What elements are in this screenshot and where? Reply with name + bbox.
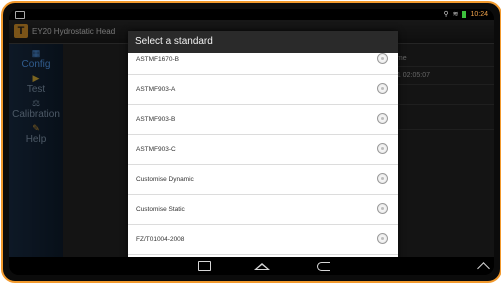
option-label: Customise Static — [136, 206, 185, 213]
option-label: ASTMF1670-B — [136, 56, 179, 63]
wifi-icon: ≋ — [452, 11, 459, 18]
list-item[interactable]: FZ/T01004-2008 — [128, 225, 398, 255]
status-left — [15, 9, 25, 20]
home-button[interactable] — [250, 259, 274, 273]
option-label: Customise Dynamic — [136, 176, 194, 183]
radio-button[interactable] — [377, 53, 388, 64]
status-bar: ⚲ ≋ 10:24 — [9, 9, 494, 20]
notification-icon — [15, 10, 25, 19]
system-nav-bar — [9, 257, 494, 275]
battery-icon — [462, 11, 467, 18]
signal-icon: ⚲ — [443, 11, 449, 18]
list-item[interactable]: ASTMF903-C — [128, 135, 398, 165]
tablet-screen: ⚲ ≋ 10:24 T EY20 Hydrostatic Head ▦ Conf… — [9, 9, 494, 275]
list-item[interactable]: Customise Dynamic — [128, 165, 398, 195]
option-label: ASTMF903-B — [136, 116, 176, 123]
standard-list[interactable]: ASTMF1670-B ASTMF903-A ASTMF903-B ASTMF9… — [128, 53, 398, 263]
radio-button[interactable] — [377, 143, 388, 154]
select-standard-dialog: Select a standard ASTMF1670-B ASTMF903-A… — [128, 31, 398, 263]
list-item[interactable]: Customise Static — [128, 195, 398, 225]
device-frame: ⚲ ≋ 10:24 T EY20 Hydrostatic Head ▦ Conf… — [1, 1, 501, 283]
expand-button[interactable] — [471, 259, 494, 275]
radio-button[interactable] — [377, 113, 388, 124]
radio-button[interactable] — [377, 203, 388, 214]
list-item[interactable]: ASTMF1670-B — [128, 53, 398, 75]
status-right: ⚲ ≋ 10:24 — [443, 9, 488, 20]
radio-button[interactable] — [377, 173, 388, 184]
radio-button[interactable] — [377, 233, 388, 244]
recent-apps-button[interactable] — [192, 259, 216, 273]
list-item[interactable]: ASTMF903-A — [128, 75, 398, 105]
option-label: FZ/T01004-2008 — [136, 236, 185, 243]
radio-button[interactable] — [377, 83, 388, 94]
clock: 10:24 — [470, 11, 488, 18]
back-icon — [316, 261, 330, 271]
option-label: ASTMF903-A — [136, 86, 176, 93]
back-button[interactable] — [311, 259, 335, 273]
list-item[interactable]: ASTMF903-B — [128, 105, 398, 135]
dialog-title: Select a standard — [128, 31, 398, 54]
option-label: ASTMF903-C — [136, 146, 176, 153]
home-icon — [254, 262, 270, 270]
recent-apps-icon — [197, 261, 211, 271]
chevron-up-icon — [476, 262, 490, 275]
